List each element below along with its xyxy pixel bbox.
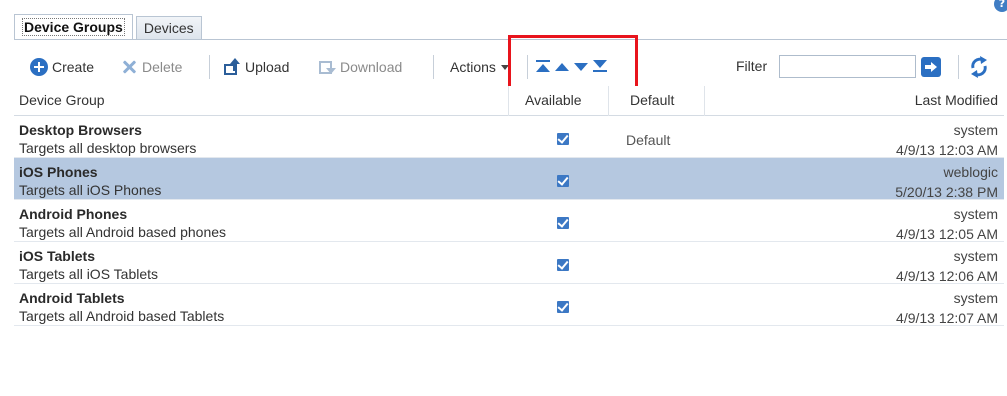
checkbox-checked-icon (557, 258, 571, 271)
device-group-name: iOS Phones (19, 164, 98, 180)
tab-devices-label: Devices (143, 20, 194, 36)
device-group-name: Android Phones (19, 206, 128, 222)
column-divider (608, 86, 609, 116)
column-divider (704, 86, 705, 116)
device-group-description: Targets all Android based phones (19, 224, 227, 240)
modified-date: 5/20/13 2:38 PM (895, 184, 998, 200)
column-header-device-group[interactable]: Device Group (19, 92, 105, 108)
checkbox-checked-icon (557, 216, 571, 229)
table-row[interactable]: iOS Phones Targets all iOS Phones weblog… (14, 158, 1004, 200)
tab-device-groups[interactable]: Device Groups (14, 14, 133, 40)
device-group-description: Targets all iOS Tablets (19, 266, 159, 282)
tab-devices[interactable]: Devices (135, 16, 202, 40)
refresh-icon[interactable] (969, 56, 989, 78)
plus-circle-icon (30, 58, 48, 76)
device-group-description: Targets all iOS Phones (19, 182, 162, 198)
table-row[interactable]: Android Tablets Targets all Android base… (14, 284, 1004, 326)
modified-by: system (953, 122, 998, 138)
go-arrow-icon[interactable] (921, 57, 941, 77)
toolbar-separator (433, 55, 434, 79)
checkbox-checked-icon (557, 174, 571, 187)
checkbox-checked-icon (557, 132, 571, 145)
device-group-description: Targets all desktop browsers (19, 140, 197, 156)
create-label: Create (52, 59, 95, 75)
modified-date: 4/9/13 12:03 AM (896, 142, 998, 158)
download-button[interactable]: Download (318, 58, 402, 76)
actions-menu[interactable]: Actions (450, 58, 509, 76)
tab-bar: Device Groups Devices (14, 14, 205, 40)
modified-by: system (953, 206, 998, 222)
delete-button[interactable]: Delete (120, 58, 182, 76)
column-header-default[interactable]: Default (630, 92, 674, 108)
table-row[interactable]: Android Phones Targets all Android based… (14, 200, 1004, 242)
column-header-available[interactable]: Available (525, 92, 582, 108)
device-group-name: Desktop Browsers (19, 122, 142, 138)
device-group-name: iOS Tablets (19, 248, 95, 264)
modified-by: system (953, 290, 998, 306)
download-label: Download (340, 59, 403, 75)
create-button[interactable]: Create (30, 58, 94, 76)
filter-input[interactable] (779, 55, 916, 78)
device-group-description: Targets all Android based Tablets (19, 308, 225, 324)
filter-label: Filter (736, 58, 768, 74)
upload-icon (223, 58, 241, 76)
actions-label: Actions (450, 59, 496, 75)
tab-device-groups-label: Device Groups (22, 18, 125, 36)
column-header-last-modified[interactable]: Last Modified (915, 92, 998, 108)
table-row[interactable]: iOS Tablets Targets all iOS Tablets syst… (14, 242, 1004, 284)
download-icon (318, 58, 336, 76)
modified-date: 4/9/13 12:05 AM (896, 226, 998, 242)
device-groups-table: Device Group Available Default Last Modi… (14, 86, 1004, 326)
default-value: Default (626, 132, 671, 148)
x-icon (120, 58, 138, 76)
checkbox-checked-icon (557, 300, 571, 313)
upload-label: Upload (245, 59, 290, 75)
modified-date: 4/9/13 12:07 AM (896, 310, 998, 326)
modified-date: 4/9/13 12:06 AM (896, 268, 998, 284)
modified-by: system (953, 248, 998, 264)
toolbar-separator (958, 55, 959, 79)
table-row[interactable]: Desktop Browsers Targets all desktop bro… (14, 116, 1004, 158)
device-group-name: Android Tablets (19, 290, 125, 306)
modified-by: weblogic (943, 164, 998, 180)
delete-label: Delete (142, 59, 183, 75)
toolbar-separator (209, 55, 210, 79)
table-header: Device Group Available Default Last Modi… (14, 86, 1004, 116)
column-divider (508, 86, 509, 116)
upload-button[interactable]: Upload (223, 58, 289, 76)
help-icon[interactable]: ? (994, 0, 1007, 14)
